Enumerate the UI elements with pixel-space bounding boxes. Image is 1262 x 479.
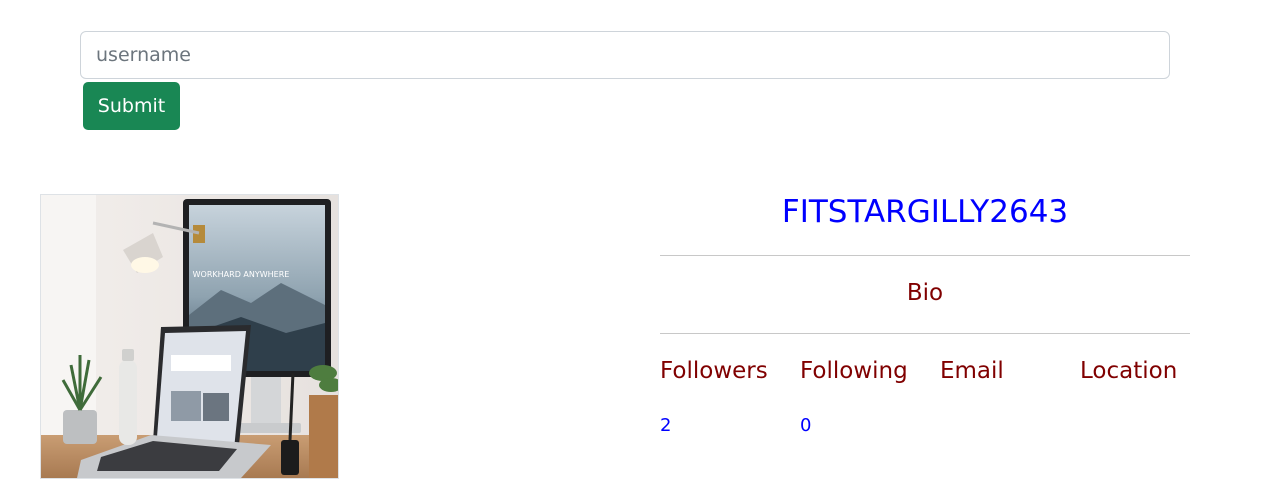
username-search-input[interactable] (80, 31, 1170, 79)
followers-label: Followers (660, 358, 768, 384)
following-value: 0 (800, 415, 812, 436)
followers-value: 2 (660, 415, 672, 436)
divider-bottom (660, 333, 1190, 334)
avatar: WORKHARD ANYWHERE (40, 194, 339, 479)
location-label: Location (1080, 358, 1178, 384)
following-label: Following (800, 358, 908, 384)
submit-button[interactable]: Submit (83, 82, 180, 130)
divider-top (660, 255, 1190, 256)
profile-bio: Bio (906, 280, 944, 306)
monitor-text: WORKHARD ANYWHERE (193, 270, 290, 279)
profile-username: FITSTARGILLY2643 (781, 194, 1069, 230)
email-label: Email (940, 358, 1004, 384)
workspace-photo: WORKHARD ANYWHERE (41, 195, 338, 478)
